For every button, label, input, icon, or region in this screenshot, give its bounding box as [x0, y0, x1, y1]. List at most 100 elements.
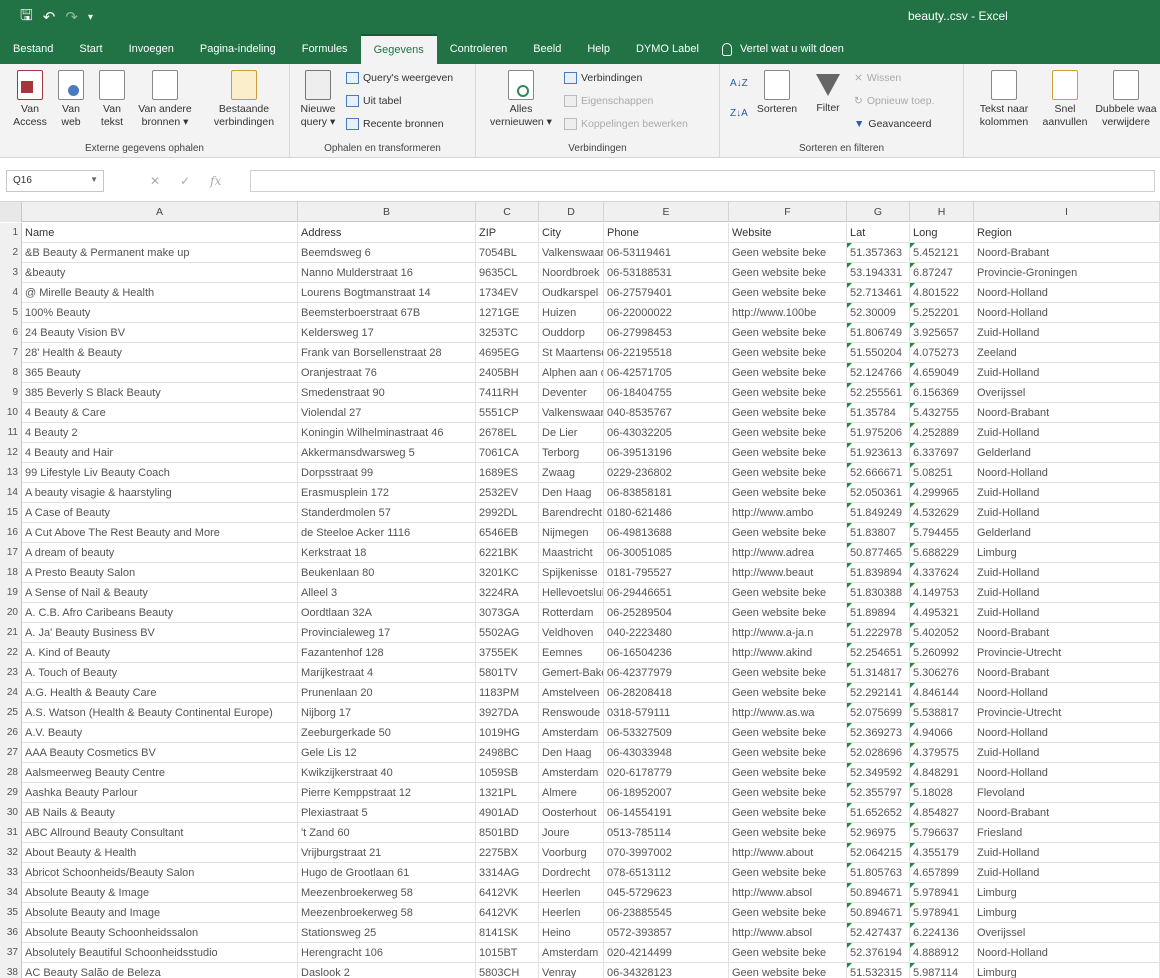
- cell-a25[interactable]: A.S. Watson (Health & Beauty Continental…: [22, 703, 298, 723]
- cell-b16[interactable]: de Steeloe Acker 1116: [298, 523, 476, 543]
- cell-c19[interactable]: 3224RA: [476, 583, 539, 603]
- sort-za-button[interactable]: Z↓A: [730, 108, 748, 119]
- row-header[interactable]: 33: [0, 863, 22, 883]
- cell-b3[interactable]: Nanno Mulderstraat 16: [298, 263, 476, 283]
- cell-i37[interactable]: Noord-Holland: [974, 943, 1160, 963]
- cell-c9[interactable]: 7411RH: [476, 383, 539, 403]
- cell-h23[interactable]: 5.306276: [910, 663, 974, 683]
- cancel-icon[interactable]: ✕: [150, 174, 160, 188]
- cell-c3[interactable]: 9635CL: [476, 263, 539, 283]
- cell-i2[interactable]: Noord-Brabant: [974, 243, 1160, 263]
- cell-b35[interactable]: Meezenbroekerweg 58: [298, 903, 476, 923]
- cell-d35[interactable]: Heerlen: [539, 903, 604, 923]
- cell-f37[interactable]: Geen website beke: [729, 943, 847, 963]
- cell-b21[interactable]: Provincialeweg 17: [298, 623, 476, 643]
- cell-b12[interactable]: Akkermansdwarsweg 5: [298, 443, 476, 463]
- cell-g31[interactable]: 52.96975: [847, 823, 910, 843]
- row-header[interactable]: 23: [0, 663, 22, 683]
- cell-c24[interactable]: 1183PM: [476, 683, 539, 703]
- row-header[interactable]: 13: [0, 463, 22, 483]
- cell-c11[interactable]: 2678EL: [476, 423, 539, 443]
- row-header[interactable]: 10: [0, 403, 22, 423]
- cell-d9[interactable]: Deventer: [539, 383, 604, 403]
- cell-c10[interactable]: 5551CP: [476, 403, 539, 423]
- cell-c30[interactable]: 4901AD: [476, 803, 539, 823]
- cell-b33[interactable]: Hugo de Grootlaan 61: [298, 863, 476, 883]
- cell-e31[interactable]: 0513-785114: [604, 823, 729, 843]
- cell-b19[interactable]: Alleel 3: [298, 583, 476, 603]
- cell-f38[interactable]: Geen website beke: [729, 963, 847, 978]
- cell-h36[interactable]: 6.224136: [910, 923, 974, 943]
- cell-e18[interactable]: 0181-795527: [604, 563, 729, 583]
- cell-g3[interactable]: 53.194331: [847, 263, 910, 283]
- cell-b1[interactable]: Address: [298, 223, 476, 243]
- cell-b20[interactable]: Oordtlaan 32A: [298, 603, 476, 623]
- tab-dymo-label[interactable]: DYMO Label: [623, 34, 712, 64]
- cell-h25[interactable]: 5.538817: [910, 703, 974, 723]
- cell-e5[interactable]: 06-22000022: [604, 303, 729, 323]
- cell-d33[interactable]: Dordrecht: [539, 863, 604, 883]
- cell-g1[interactable]: Lat: [847, 223, 910, 243]
- row-header[interactable]: 2: [0, 243, 22, 263]
- row-header[interactable]: 14: [0, 483, 22, 503]
- cell-e19[interactable]: 06-29446651: [604, 583, 729, 603]
- cell-b25[interactable]: Nijborg 17: [298, 703, 476, 723]
- cell-e32[interactable]: 070-3997002: [604, 843, 729, 863]
- cell-a22[interactable]: A. Kind of Beauty: [22, 643, 298, 663]
- tab-pagina-indeling[interactable]: Pagina-indeling: [187, 34, 289, 64]
- cell-d25[interactable]: Renswoude: [539, 703, 604, 723]
- cell-h8[interactable]: 4.659049: [910, 363, 974, 383]
- cell-a37[interactable]: Absolutely Beautiful Schoonheidsstudio: [22, 943, 298, 963]
- cell-h11[interactable]: 4.252889: [910, 423, 974, 443]
- cell-a20[interactable]: A. C.B. Afro Caribeans Beauty: [22, 603, 298, 623]
- cell-g38[interactable]: 51.532315: [847, 963, 910, 978]
- row-header[interactable]: 27: [0, 743, 22, 763]
- cell-h33[interactable]: 4.657899: [910, 863, 974, 883]
- cell-b34[interactable]: Meezenbroekerweg 58: [298, 883, 476, 903]
- cell-i6[interactable]: Zuid-Holland: [974, 323, 1160, 343]
- cell-a18[interactable]: A Presto Beauty Salon: [22, 563, 298, 583]
- cell-i38[interactable]: Limburg: [974, 963, 1160, 978]
- cell-g20[interactable]: 51.89894: [847, 603, 910, 623]
- cell-i14[interactable]: Zuid-Holland: [974, 483, 1160, 503]
- cell-d6[interactable]: Ouddorp: [539, 323, 604, 343]
- cell-f2[interactable]: Geen website beke: [729, 243, 847, 263]
- filter-button[interactable]: Filter: [810, 70, 846, 115]
- cell-d13[interactable]: Zwaag: [539, 463, 604, 483]
- cell-d11[interactable]: De Lier: [539, 423, 604, 443]
- cell-a1[interactable]: Name: [22, 223, 298, 243]
- sort-az-button[interactable]: A↓Z: [730, 78, 748, 89]
- cell-f12[interactable]: Geen website beke: [729, 443, 847, 463]
- row-header[interactable]: 12: [0, 443, 22, 463]
- tab-formules[interactable]: Formules: [289, 34, 361, 64]
- cell-a27[interactable]: AAA Beauty Cosmetics BV: [22, 743, 298, 763]
- cell-f14[interactable]: Geen website beke: [729, 483, 847, 503]
- cell-i7[interactable]: Zeeland: [974, 343, 1160, 363]
- row-header[interactable]: 4: [0, 283, 22, 303]
- cell-b4[interactable]: Lourens Bogtmanstraat 14: [298, 283, 476, 303]
- cell-g35[interactable]: 50.894671: [847, 903, 910, 923]
- cell-e11[interactable]: 06-43032205: [604, 423, 729, 443]
- cell-i13[interactable]: Noord-Holland: [974, 463, 1160, 483]
- save-icon[interactable]: 🖫: [20, 5, 33, 30]
- cell-g25[interactable]: 52.075699: [847, 703, 910, 723]
- row-header[interactable]: 20: [0, 603, 22, 623]
- cell-a21[interactable]: A. Ja' Beauty Business BV: [22, 623, 298, 643]
- cell-g7[interactable]: 51.550204: [847, 343, 910, 363]
- column-header-f[interactable]: F: [729, 202, 847, 222]
- cell-b28[interactable]: Kwikzijkerstraat 40: [298, 763, 476, 783]
- cell-d26[interactable]: Amsterdam: [539, 723, 604, 743]
- cell-c38[interactable]: 5803CH: [476, 963, 539, 978]
- from-table-button[interactable]: Uit tabel: [346, 95, 402, 107]
- cell-i18[interactable]: Zuid-Holland: [974, 563, 1160, 583]
- cell-b24[interactable]: Prunenlaan 20: [298, 683, 476, 703]
- cell-d20[interactable]: Rotterdam: [539, 603, 604, 623]
- cell-e23[interactable]: 06-42377979: [604, 663, 729, 683]
- row-header[interactable]: 17: [0, 543, 22, 563]
- cell-i26[interactable]: Noord-Holland: [974, 723, 1160, 743]
- row-header[interactable]: 30: [0, 803, 22, 823]
- cell-d17[interactable]: Maastricht: [539, 543, 604, 563]
- cell-c20[interactable]: 3073GA: [476, 603, 539, 623]
- cell-f16[interactable]: Geen website beke: [729, 523, 847, 543]
- cell-h30[interactable]: 4.854827: [910, 803, 974, 823]
